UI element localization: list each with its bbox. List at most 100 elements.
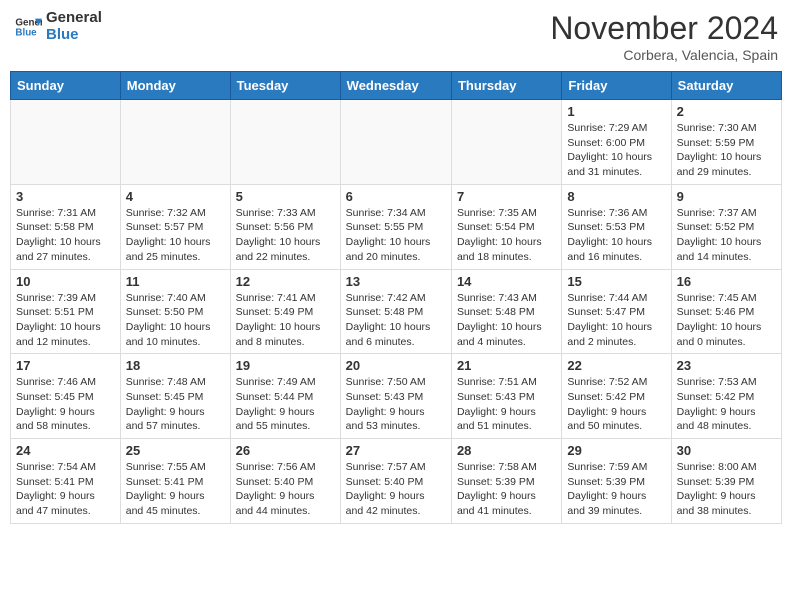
- calendar-day: 12 Sunrise: 7:41 AM Sunset: 5:49 PM Dayli…: [230, 269, 340, 354]
- day-number: 2: [677, 104, 776, 119]
- weekday-header-tuesday: Tuesday: [230, 72, 340, 100]
- logo-general: General: [46, 10, 102, 27]
- calendar-day: 23 Sunrise: 7:53 AM Sunset: 5:42 PM Dayli…: [671, 354, 781, 439]
- calendar-day: 5 Sunrise: 7:33 AM Sunset: 5:56 PM Daylig…: [230, 184, 340, 269]
- day-number: 10: [16, 274, 115, 289]
- page-header: General Blue General Blue November 2024 …: [10, 10, 782, 63]
- calendar-day: 9Sunrise: 7:37 AM Sunset: 5:52 PM Daylig…: [671, 184, 781, 269]
- calendar-day: [451, 100, 561, 185]
- day-info: Sunrise: 7:55 AM Sunset: 5:41 PM Dayligh…: [126, 460, 225, 519]
- day-info: Sunrise: 7:36 AM Sunset: 5:53 PM Dayligh…: [567, 206, 665, 265]
- day-info: Sunrise: 7:44 AM Sunset: 5:47 PM Dayligh…: [567, 291, 665, 350]
- calendar-day: 8 Sunrise: 7:36 AM Sunset: 5:53 PM Daylig…: [562, 184, 671, 269]
- day-number: 29: [567, 443, 665, 458]
- day-number: 5: [236, 189, 335, 204]
- calendar-day: 22Sunrise: 7:52 AM Sunset: 5:42 PM Dayli…: [562, 354, 671, 439]
- calendar-day: [340, 100, 451, 185]
- calendar-day: 17 Sunrise: 7:46 AM Sunset: 5:45 PM Dayli…: [11, 354, 121, 439]
- day-number: 19: [236, 358, 335, 373]
- calendar-week-5: 24 Sunrise: 7:54 AM Sunset: 5:41 PM Dayli…: [11, 439, 782, 524]
- day-number: 14: [457, 274, 556, 289]
- day-number: 15: [567, 274, 665, 289]
- day-info: Sunrise: 7:37 AM Sunset: 5:52 PM Dayligh…: [677, 206, 776, 265]
- calendar-day: 25Sunrise: 7:55 AM Sunset: 5:41 PM Dayli…: [120, 439, 230, 524]
- weekday-header-wednesday: Wednesday: [340, 72, 451, 100]
- day-number: 18: [126, 358, 225, 373]
- calendar-day: [120, 100, 230, 185]
- day-info: Sunrise: 7:51 AM Sunset: 5:43 PM Dayligh…: [457, 375, 556, 434]
- day-number: 26: [236, 443, 335, 458]
- calendar-day: 3 Sunrise: 7:31 AM Sunset: 5:58 PM Daylig…: [11, 184, 121, 269]
- weekday-header-saturday: Saturday: [671, 72, 781, 100]
- location: Corbera, Valencia, Spain: [550, 47, 778, 63]
- day-info: Sunrise: 7:31 AM Sunset: 5:58 PM Dayligh…: [16, 206, 115, 265]
- day-number: 24: [16, 443, 115, 458]
- svg-text:Blue: Blue: [15, 27, 37, 38]
- calendar-day: [230, 100, 340, 185]
- day-info: Sunrise: 7:49 AM Sunset: 5:44 PM Dayligh…: [236, 375, 335, 434]
- day-info: Sunrise: 7:54 AM Sunset: 5:41 PM Dayligh…: [16, 460, 115, 519]
- calendar-day: 28Sunrise: 7:58 AM Sunset: 5:39 PM Dayli…: [451, 439, 561, 524]
- calendar-day: 2 Sunrise: 7:30 AM Sunset: 5:59 PM Daylig…: [671, 100, 781, 185]
- calendar-week-3: 10 Sunrise: 7:39 AM Sunset: 5:51 PM Dayli…: [11, 269, 782, 354]
- calendar-day: 14 Sunrise: 7:43 AM Sunset: 5:48 PM Dayli…: [451, 269, 561, 354]
- day-number: 13: [346, 274, 446, 289]
- day-info: Sunrise: 7:43 AM Sunset: 5:48 PM Dayligh…: [457, 291, 556, 350]
- calendar-header-row: SundayMondayTuesdayWednesdayThursdayFrid…: [11, 72, 782, 100]
- day-number: 7: [457, 189, 556, 204]
- calendar-day: 30 Sunrise: 8:00 AM Sunset: 5:39 PM Dayli…: [671, 439, 781, 524]
- calendar-day: 6Sunrise: 7:34 AM Sunset: 5:55 PM Daylig…: [340, 184, 451, 269]
- day-number: 12: [236, 274, 335, 289]
- day-number: 30: [677, 443, 776, 458]
- day-number: 17: [16, 358, 115, 373]
- calendar-day: [11, 100, 121, 185]
- day-info: Sunrise: 7:33 AM Sunset: 5:56 PM Dayligh…: [236, 206, 335, 265]
- calendar-day: 21Sunrise: 7:51 AM Sunset: 5:43 PM Dayli…: [451, 354, 561, 439]
- day-info: Sunrise: 7:32 AM Sunset: 5:57 PM Dayligh…: [126, 206, 225, 265]
- logo: General Blue General Blue: [14, 10, 102, 43]
- day-info: Sunrise: 7:53 AM Sunset: 5:42 PM Dayligh…: [677, 375, 776, 434]
- weekday-header-sunday: Sunday: [11, 72, 121, 100]
- day-number: 16: [677, 274, 776, 289]
- day-info: Sunrise: 7:40 AM Sunset: 5:50 PM Dayligh…: [126, 291, 225, 350]
- title-block: November 2024 Corbera, Valencia, Spain: [550, 10, 778, 63]
- day-info: Sunrise: 7:35 AM Sunset: 5:54 PM Dayligh…: [457, 206, 556, 265]
- calendar-day: 15 Sunrise: 7:44 AM Sunset: 5:47 PM Dayli…: [562, 269, 671, 354]
- calendar-day: 27Sunrise: 7:57 AM Sunset: 5:40 PM Dayli…: [340, 439, 451, 524]
- day-info: Sunrise: 8:00 AM Sunset: 5:39 PM Dayligh…: [677, 460, 776, 519]
- day-number: 8: [567, 189, 665, 204]
- calendar-day: 29 Sunrise: 7:59 AM Sunset: 5:39 PM Dayli…: [562, 439, 671, 524]
- day-info: Sunrise: 7:48 AM Sunset: 5:45 PM Dayligh…: [126, 375, 225, 434]
- day-number: 4: [126, 189, 225, 204]
- day-info: Sunrise: 7:29 AM Sunset: 6:00 PM Dayligh…: [567, 121, 665, 180]
- calendar-day: 26Sunrise: 7:56 AM Sunset: 5:40 PM Dayli…: [230, 439, 340, 524]
- month-title: November 2024: [550, 10, 778, 47]
- day-number: 27: [346, 443, 446, 458]
- day-number: 1: [567, 104, 665, 119]
- day-info: Sunrise: 7:52 AM Sunset: 5:42 PM Dayligh…: [567, 375, 665, 434]
- logo-blue: Blue: [46, 27, 102, 44]
- calendar-day: 7 Sunrise: 7:35 AM Sunset: 5:54 PM Daylig…: [451, 184, 561, 269]
- calendar-week-4: 17 Sunrise: 7:46 AM Sunset: 5:45 PM Dayli…: [11, 354, 782, 439]
- day-info: Sunrise: 7:46 AM Sunset: 5:45 PM Dayligh…: [16, 375, 115, 434]
- calendar-day: 4 Sunrise: 7:32 AM Sunset: 5:57 PM Daylig…: [120, 184, 230, 269]
- day-info: Sunrise: 7:50 AM Sunset: 5:43 PM Dayligh…: [346, 375, 446, 434]
- day-info: Sunrise: 7:42 AM Sunset: 5:48 PM Dayligh…: [346, 291, 446, 350]
- day-info: Sunrise: 7:59 AM Sunset: 5:39 PM Dayligh…: [567, 460, 665, 519]
- day-number: 3: [16, 189, 115, 204]
- day-info: Sunrise: 7:41 AM Sunset: 5:49 PM Dayligh…: [236, 291, 335, 350]
- day-info: Sunrise: 7:39 AM Sunset: 5:51 PM Dayligh…: [16, 291, 115, 350]
- calendar-week-1: 1 Sunrise: 7:29 AM Sunset: 6:00 PM Daylig…: [11, 100, 782, 185]
- calendar-table: SundayMondayTuesdayWednesdayThursdayFrid…: [10, 71, 782, 524]
- day-number: 28: [457, 443, 556, 458]
- day-info: Sunrise: 7:30 AM Sunset: 5:59 PM Dayligh…: [677, 121, 776, 180]
- weekday-header-thursday: Thursday: [451, 72, 561, 100]
- weekday-header-monday: Monday: [120, 72, 230, 100]
- calendar-day: 16Sunrise: 7:45 AM Sunset: 5:46 PM Dayli…: [671, 269, 781, 354]
- calendar-day: 24 Sunrise: 7:54 AM Sunset: 5:41 PM Dayli…: [11, 439, 121, 524]
- day-number: 23: [677, 358, 776, 373]
- calendar-day: 18 Sunrise: 7:48 AM Sunset: 5:45 PM Dayli…: [120, 354, 230, 439]
- logo-icon: General Blue: [14, 13, 42, 41]
- calendar-day: 13 Sunrise: 7:42 AM Sunset: 5:48 PM Dayli…: [340, 269, 451, 354]
- day-number: 6: [346, 189, 446, 204]
